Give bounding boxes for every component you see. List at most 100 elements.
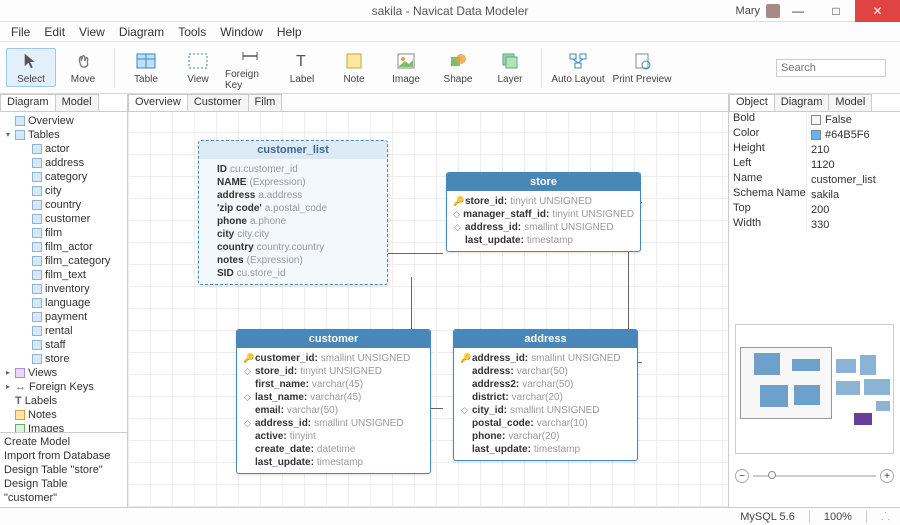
close-button[interactable]: ✕ [855,0,900,22]
prop-row[interactable]: Schema Namesakila [729,187,900,202]
menu-file[interactable]: File [4,23,37,41]
tree-table-staff[interactable]: staff [0,338,127,352]
field: 🔑store_id: tinyint UNSIGNED [453,195,634,208]
tree-table-city[interactable]: city [0,184,127,198]
prop-row[interactable]: Bold False [729,112,900,127]
zoom-in-button[interactable]: + [880,469,894,483]
tree-table-film_actor[interactable]: film_actor [0,240,127,254]
tree-foreign-keys[interactable]: ▸↔Foreign Keys [0,380,127,394]
ctx-design-store[interactable]: Design Table "store" [4,463,123,477]
tree-notes[interactable]: Notes [0,408,127,422]
table-icon [32,354,42,364]
tool-auto-layout[interactable]: Auto Layout [548,48,608,87]
tool-foreign-key[interactable]: Foreign Key [225,43,275,93]
field: last_update: timestamp [460,443,631,456]
field: ID cu.customer_id [205,163,381,176]
menu-window[interactable]: Window [213,23,270,41]
tree-table-store[interactable]: store [0,352,127,366]
minimize-button[interactable]: — [779,0,817,22]
tool-layer[interactable]: Layer [485,48,535,87]
field: postal_code: varchar(10) [460,417,631,430]
tool-label[interactable]: TLabel [277,48,327,87]
tool-view[interactable]: View [173,48,223,87]
tab-diagram-r[interactable]: Diagram [774,94,830,111]
prop-key: Left [729,157,807,172]
prop-key: Color [729,127,807,142]
avatar[interactable] [766,4,780,18]
search-box [776,59,886,77]
zoom-track[interactable] [753,475,876,477]
prop-row[interactable]: Top200 [729,202,900,217]
field: notes (Expression) [205,254,381,267]
field: 🔑address_id: smallint UNSIGNED [460,352,631,365]
ctx-import[interactable]: Import from Database [4,449,123,463]
prop-row[interactable]: Namecustomer_list [729,172,900,187]
canvas-tab-customer[interactable]: Customer [187,94,249,111]
titlebar: sakila - Navicat Data Modeler Mary — □ ✕ [0,0,900,22]
prop-row[interactable]: Left1120 [729,157,900,172]
tree: Overview ▾Tables actoraddresscategorycit… [0,112,127,466]
tree-table-film_text[interactable]: film_text [0,268,127,282]
prop-row[interactable]: Height210 [729,142,900,157]
minimap-entity [836,359,856,373]
tree-table-inventory[interactable]: inventory [0,282,127,296]
canvas-tab-film[interactable]: Film [248,94,283,111]
tree-table-language[interactable]: language [0,296,127,310]
tree-table-country[interactable]: country [0,198,127,212]
tree-table-payment[interactable]: payment [0,310,127,324]
tool-select[interactable]: Select [6,48,56,87]
menu-view[interactable]: View [72,23,112,41]
tool-shape[interactable]: Shape [433,48,483,87]
field: country country.country [205,241,381,254]
menu-tools[interactable]: Tools [171,23,213,41]
tool-move[interactable]: Move [58,48,108,87]
tool-table[interactable]: Table [121,48,171,87]
tree-table-rental[interactable]: rental [0,324,127,338]
tool-print-preview[interactable]: Print Preview [610,48,674,87]
menu-help[interactable]: Help [270,23,309,41]
prop-value: #64B5F6 [807,127,900,142]
status-bar: MySQL 5.6 100% ⸫ [0,507,900,525]
layer-icon [499,50,521,72]
ctx-create-model[interactable]: Create Model [4,435,123,449]
prop-row[interactable]: Color #64B5F6 [729,127,900,142]
right-panel: Object Diagram Model Bold FalseColor #64… [728,94,900,507]
tree-tables[interactable]: ▾Tables [0,128,127,142]
tree-table-address[interactable]: address [0,156,127,170]
tab-model[interactable]: Model [55,94,99,111]
menu-edit[interactable]: Edit [37,23,72,41]
tree-labels[interactable]: TLabels [0,394,127,408]
tree-table-customer[interactable]: customer [0,212,127,226]
table-icon [32,242,42,252]
entity-address[interactable]: address 🔑address_id: smallint UNSIGNEDad… [453,329,638,461]
tab-model-r[interactable]: Model [828,94,872,111]
tab-diagram[interactable]: Diagram [0,94,56,111]
minimap-entity [876,401,890,411]
prop-row[interactable]: Width330 [729,217,900,232]
search-input[interactable] [776,59,886,77]
zoom-handle[interactable] [768,471,776,479]
zoom-out-button[interactable]: − [735,469,749,483]
ctx-design-customer[interactable]: Design Table "customer" [4,477,123,505]
tree-table-film[interactable]: film [0,226,127,240]
tree-table-film_category[interactable]: film_category [0,254,127,268]
tool-note[interactable]: Note [329,48,379,87]
entity-store[interactable]: store 🔑store_id: tinyint UNSIGNED◇manage… [446,172,641,252]
entity-customer-list[interactable]: customer_list ID cu.customer_idNAME (Exp… [198,140,388,285]
table-icon [32,172,42,182]
tool-image[interactable]: Image [381,48,431,87]
entity-header: address [454,330,637,348]
minimap[interactable] [735,324,894,454]
maximize-button[interactable]: □ [817,0,855,22]
relation-line [411,277,412,337]
canvas[interactable]: Overview Customer Film customer_list ID … [128,94,728,507]
tree-views[interactable]: ▸Views [0,366,127,380]
menu-diagram[interactable]: Diagram [112,23,171,41]
tree-table-category[interactable]: category [0,170,127,184]
entity-customer[interactable]: customer 🔑customer_id: smallint UNSIGNED… [236,329,431,474]
tree-table-actor[interactable]: actor [0,142,127,156]
tree-overview[interactable]: Overview [0,114,127,128]
window-title: sakila - Navicat Data Modeler [372,4,529,18]
tab-object[interactable]: Object [729,94,775,111]
canvas-tab-overview[interactable]: Overview [128,94,188,111]
